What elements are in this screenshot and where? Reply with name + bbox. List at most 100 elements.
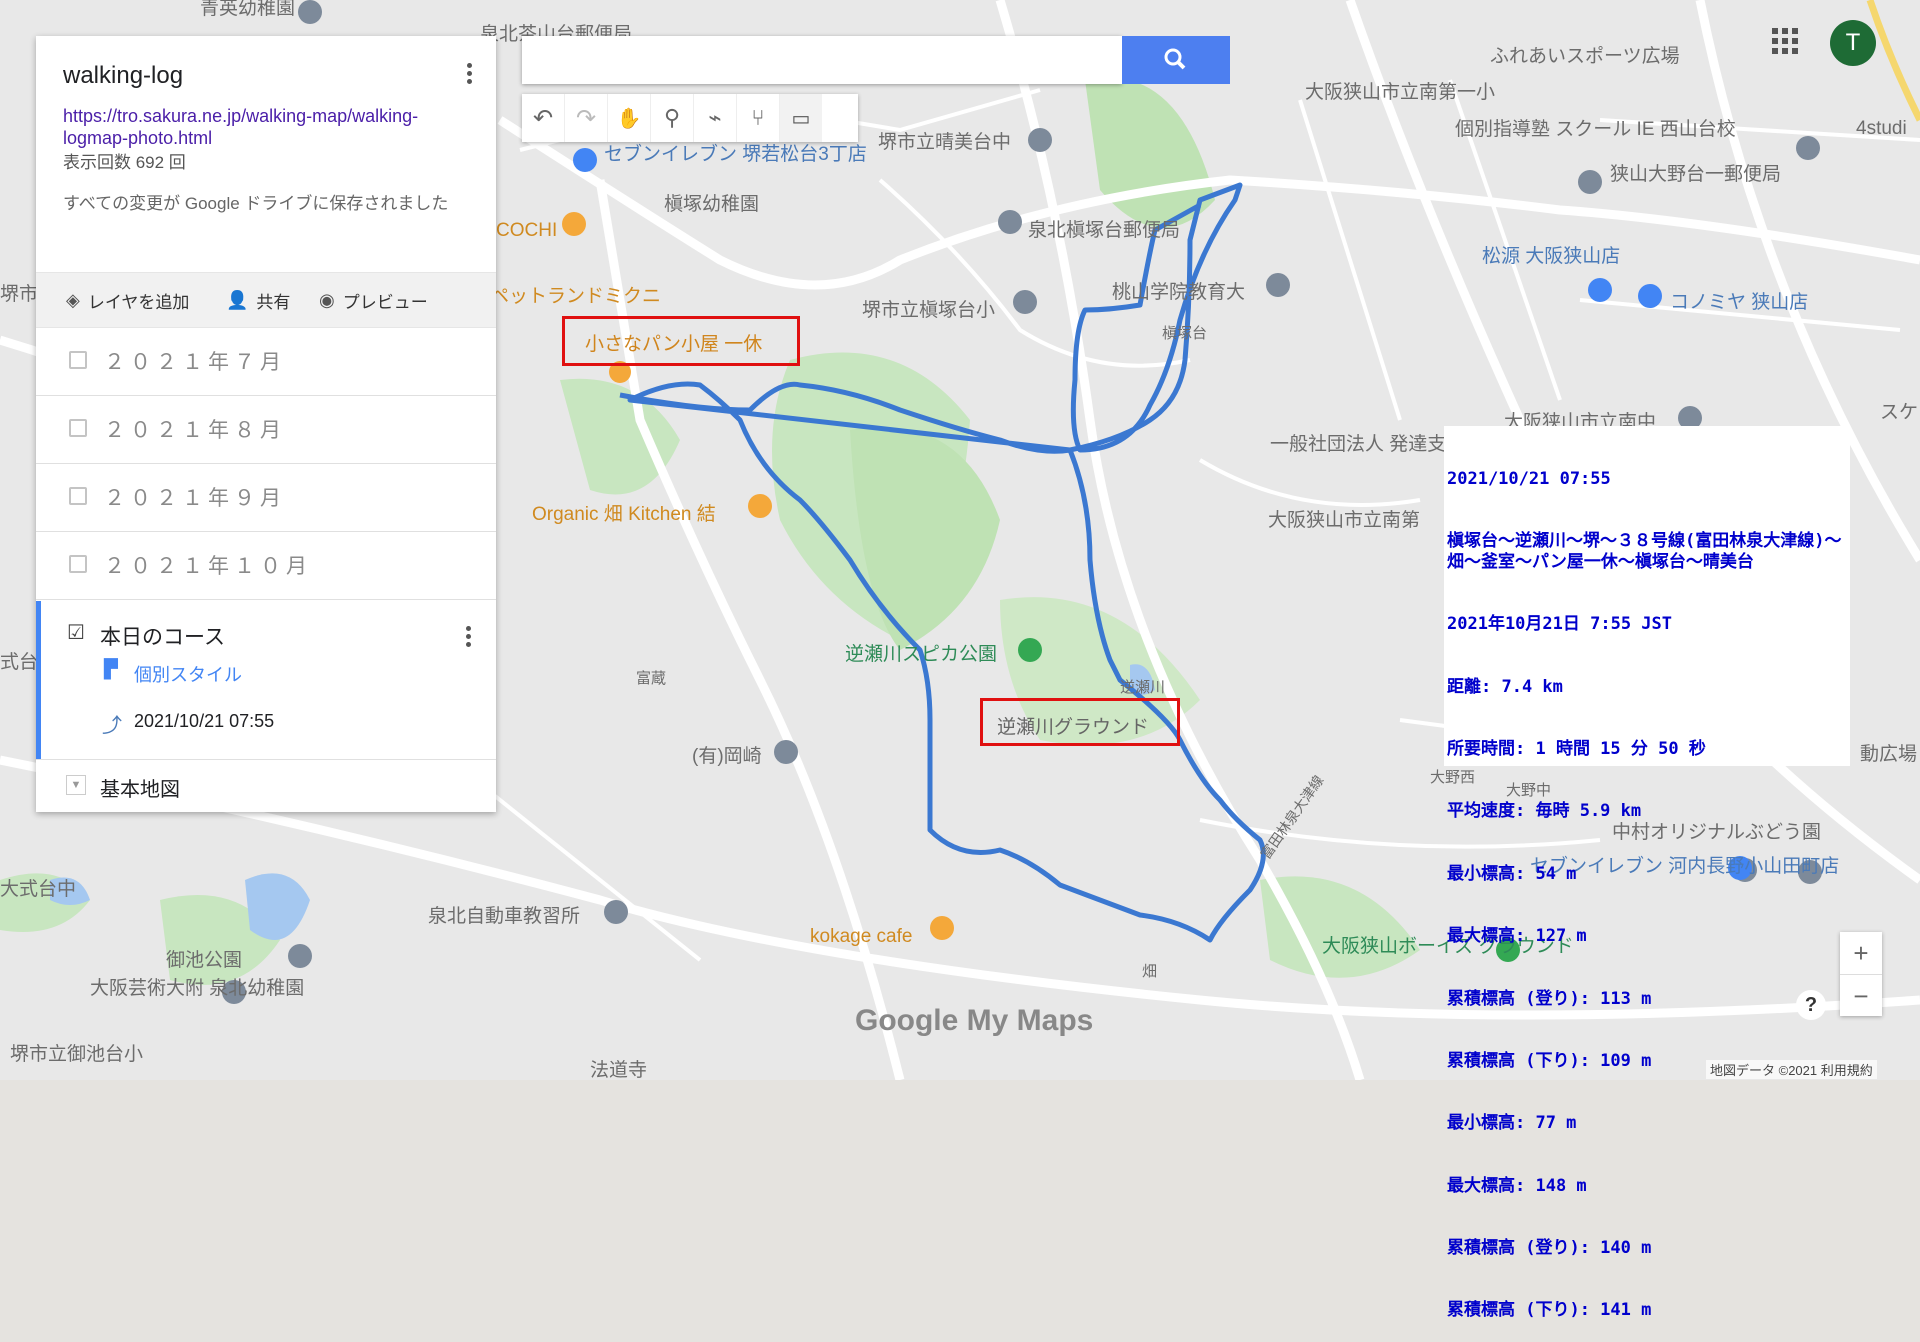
layers-icon: ◈ [66, 290, 80, 310]
map-label: 松源 大阪狭山店 [1482, 245, 1620, 267]
info-line: 2021年10月21日 7:55 JST [1447, 614, 1672, 635]
layer-label: ２０２１年８月 [104, 419, 286, 442]
layer-item[interactable]: ２０２１年９月 [36, 463, 496, 532]
info-line: 累積標高 (登り): 113 m [1447, 988, 1652, 1009]
style-link[interactable]: 個別スタイル [134, 661, 242, 687]
layer-label: ２０２１年９月 [104, 487, 286, 510]
map-link[interactable]: https://tro.sakura.ne.jp/walking-map/wal… [63, 105, 453, 149]
map-attribution[interactable]: 地図データ ©2021 利用規約 [1706, 1060, 1877, 1079]
active-layer[interactable]: ☑ 本日のコース ▛ 個別スタイル ⤴ 2021/10/21 07:55 [36, 601, 496, 760]
chevron-down-icon: ▼ [66, 775, 86, 795]
directions-icon: ⑂ [751, 105, 765, 130]
map-label: 槇塚幼稚園 [664, 193, 759, 215]
undo-icon: ↶ [532, 104, 554, 132]
info-line: 累積標高 (登り): 140 m [1447, 1238, 1652, 1259]
map-label: 4studi [1856, 118, 1907, 139]
layer-label: ２０２１年１０月 [104, 555, 312, 578]
map-label: ペットランドミクニ [490, 285, 661, 307]
layer-checkbox-checked[interactable]: ☑ [67, 620, 85, 645]
layers-panel: walking-log https://tro.sakura.ne.jp/wal… [36, 36, 496, 812]
info-line: 累積標高 (下り): 141 m [1447, 1300, 1652, 1321]
map-label: 逆瀬川スピカ公園 [845, 643, 997, 665]
info-line: 2021/10/21 07:55 [1447, 468, 1611, 489]
layer-item[interactable]: ２０２１年１０月 [36, 531, 496, 600]
map-label: 泉北自動車教習所 [428, 905, 580, 927]
avatar[interactable]: T [1830, 20, 1876, 66]
annotation-label-bakery: 小さなパン小屋 一休 [585, 334, 763, 355]
active-layer-indicator [36, 601, 41, 759]
layer-checkbox[interactable] [69, 487, 87, 505]
directions-button[interactable]: ⑂ [737, 94, 780, 142]
marker-icon: ⚲ [663, 105, 681, 130]
map-label: COCHI [496, 220, 557, 241]
draw-line-button[interactable]: ⌁ [694, 94, 737, 142]
info-line: 距離: 7.4 km [1447, 676, 1563, 697]
ruler-button[interactable]: ▭ [780, 94, 822, 142]
add-layer-label: レイヤを追加 [87, 293, 190, 312]
map-label: 御池公園 [166, 949, 242, 971]
search-button[interactable] [1122, 36, 1230, 84]
map-label: kokage cafe [810, 926, 912, 947]
hand-icon: ✋ [616, 107, 642, 130]
basemap-section[interactable]: ▼ 基本地図 [36, 759, 496, 812]
preview-button[interactable]: ◉ プレビュー [319, 288, 428, 313]
ruler-icon: ▭ [791, 107, 811, 130]
map-label: 個別指導塾 スクール IE 西山台校 [1455, 118, 1736, 140]
add-layer-button[interactable]: ◈ レイヤを追加 [66, 288, 189, 313]
paint-roller-icon: ▛ [104, 659, 118, 679]
add-marker-button[interactable]: ⚲ [651, 94, 694, 142]
info-line: 所要時間: 1 時間 15 分 50 秒 [1447, 738, 1706, 759]
eye-icon: ◉ [319, 290, 335, 310]
map-title[interactable]: walking-log [63, 62, 183, 90]
layer-checkbox[interactable] [69, 351, 87, 369]
zoom-in-button[interactable]: + [1840, 932, 1882, 975]
info-line: 平均速度: 毎時 5.9 km [1447, 801, 1642, 822]
map-label: 狭山大野台一郵便局 [1610, 163, 1781, 185]
map-label: コノミヤ 狭山店 [1670, 291, 1808, 313]
layer-item[interactable]: ２０２１年７月 [36, 327, 496, 396]
route-item-label[interactable]: 2021/10/21 07:55 [134, 711, 274, 732]
share-button[interactable]: 👤 共有 [226, 288, 290, 313]
layer-checkbox[interactable] [69, 419, 87, 437]
route-info-box: 2021/10/21 07:55 槇塚台～逆瀬川～堺～３８号線(富田林泉大津線)… [1444, 426, 1850, 1320]
map-label: ふれあいスポーツ広場 [1490, 45, 1680, 67]
info-line: 最小標高: 54 m [1447, 863, 1577, 884]
map-label: 槇塚台 [1162, 325, 1207, 342]
undo-button[interactable]: ↶ [522, 94, 565, 142]
panel-toolbar: ◈ レイヤを追加 👤 共有 ◉ プレビュー [36, 272, 496, 328]
zoom-control: + − [1840, 932, 1882, 1016]
map-label: 大阪芸術大附 泉北幼稚園 [90, 977, 304, 999]
save-status: すべての変更が Google ドライブに保存されました [63, 194, 449, 213]
map-label: 青英幼稚園 [200, 0, 295, 19]
info-line: 最大標高: 148 m [1447, 1175, 1587, 1196]
route-icon: ⤴ [102, 715, 122, 737]
annotation-box-bakery: 小さなパン小屋 一休 [562, 316, 800, 366]
map-label: 堺市立晴美台中 [878, 131, 1011, 153]
zoom-out-button[interactable]: − [1840, 975, 1882, 1017]
person-add-icon: 👤 [226, 290, 249, 310]
info-line: 最大標高: 127 m [1447, 926, 1587, 947]
redo-button[interactable]: ↷ [565, 94, 608, 142]
help-button[interactable]: ? [1796, 990, 1826, 1020]
map-toolbar: ↶ ↷ ✋ ⚲ ⌁ ⑂ ▭ [522, 94, 858, 142]
layer-item[interactable]: ２０２１年８月 [36, 395, 496, 464]
layer-options-menu[interactable] [462, 623, 474, 650]
info-line: 最小標高: 77 m [1447, 1113, 1577, 1134]
search-input[interactable] [522, 36, 1122, 84]
map-label: 大阪狭山市立南第 [1268, 509, 1420, 531]
info-line: 槇塚台～逆瀬川～堺～３８号線(富田林泉大津線)～畑～釜室～パン屋一休～槇塚台～晴… [1447, 530, 1842, 572]
pan-button[interactable]: ✋ [608, 94, 651, 142]
map-label: 動広場 [1860, 743, 1917, 765]
map-options-menu[interactable] [458, 60, 480, 88]
layer-checkbox[interactable] [69, 555, 87, 573]
map-label: 堺市立御池台小 [10, 1043, 143, 1065]
map-label: Organic 畑 Kitchen 結 [532, 503, 716, 525]
draw-line-icon: ⌁ [708, 105, 722, 130]
map-label: 桃山学院教育大 [1112, 281, 1245, 303]
map-label: 畑 [1142, 963, 1157, 980]
map-label: 富蔵 [636, 669, 666, 687]
map-label: 堺市立槇塚台小 [862, 299, 995, 321]
apps-icon[interactable] [1772, 28, 1798, 54]
layer-label: ２０２１年７月 [104, 351, 286, 374]
google-my-maps-logo: Google My Maps [855, 1004, 1094, 1037]
